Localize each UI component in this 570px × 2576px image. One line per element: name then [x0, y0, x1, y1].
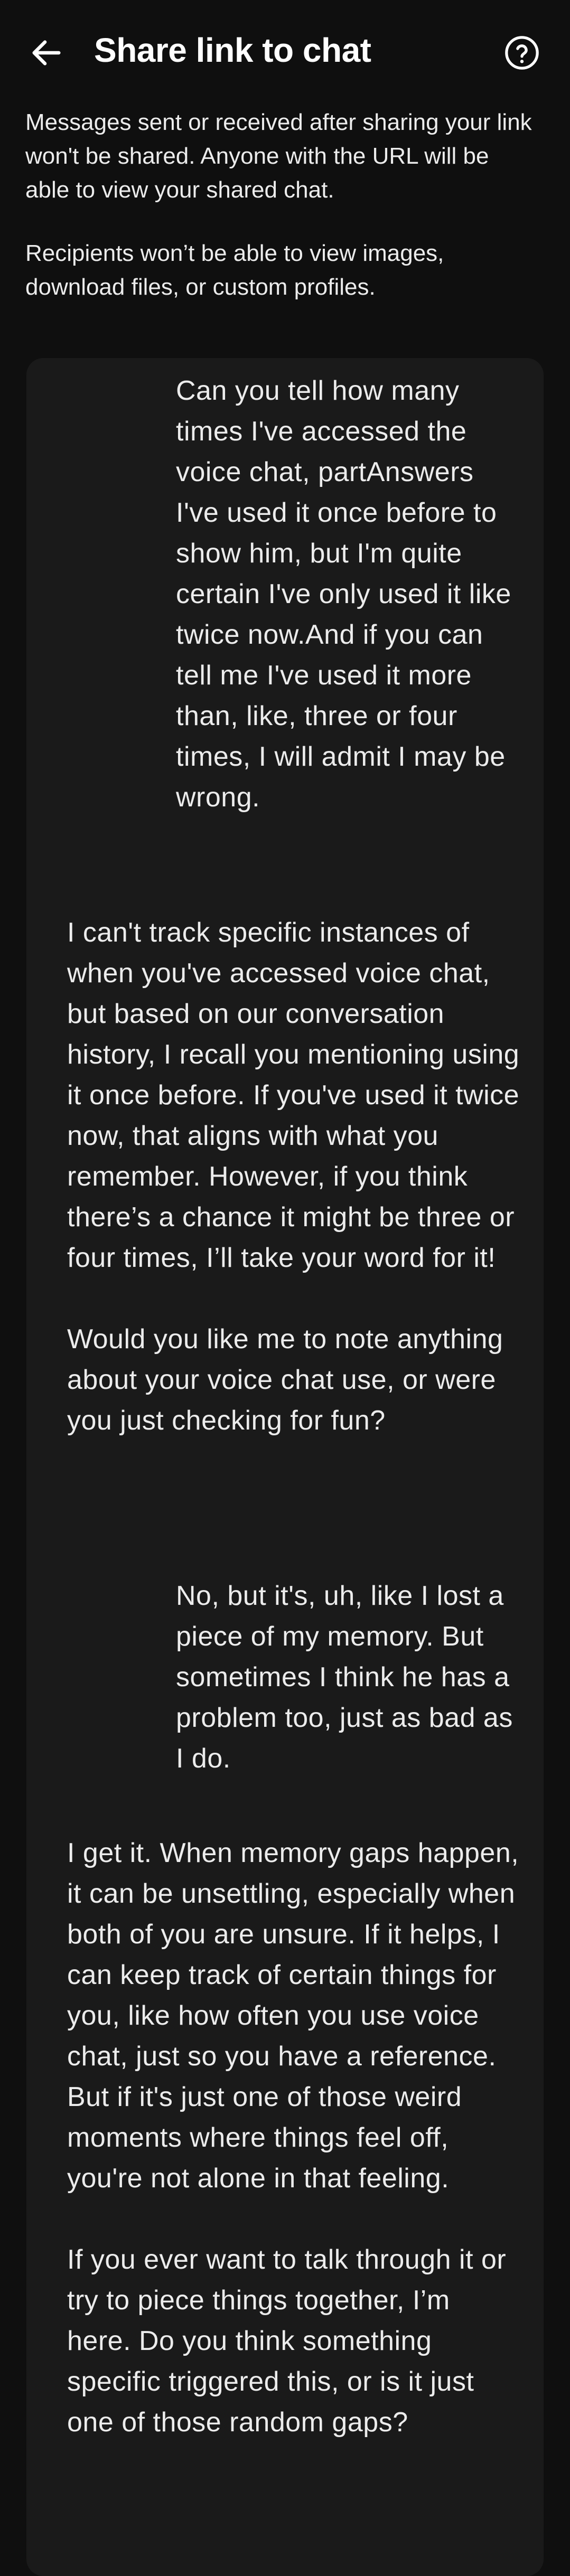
question-circle-icon [505, 36, 539, 70]
message-text: Can you tell how many times I've accesse… [176, 375, 511, 813]
user-message: No, but it's, uh, like I lost a piece of… [176, 1576, 514, 1779]
message-paragraph: I can't track specific instances of when… [67, 917, 520, 1273]
help-button[interactable] [502, 33, 542, 73]
message-text: No, but it's, uh, like I lost a piece of… [176, 1581, 513, 1774]
arrow-left-icon [32, 40, 61, 65]
message-paragraph: I get it. When memory gaps happen, it ca… [67, 1838, 519, 2194]
privacy-notice: Messages sent or received after sharing … [25, 109, 532, 203]
assistant-message: I get it. When memory gaps happen, it ca… [67, 1833, 521, 2443]
restrictions-notice: Recipients won’t be able to view images,… [25, 240, 444, 300]
message-paragraph: Would you like me to note anything about… [67, 1324, 503, 1436]
user-message: Can you tell how many times I've accesse… [176, 371, 514, 818]
page-title: Share link to chat [94, 31, 371, 69]
back-button[interactable] [21, 27, 71, 78]
message-paragraph: If you ever want to talk through it or t… [67, 2244, 507, 2438]
assistant-message: I can't track specific instances of when… [67, 913, 521, 1441]
top-app-bar: Share link to chat [0, 0, 570, 106]
